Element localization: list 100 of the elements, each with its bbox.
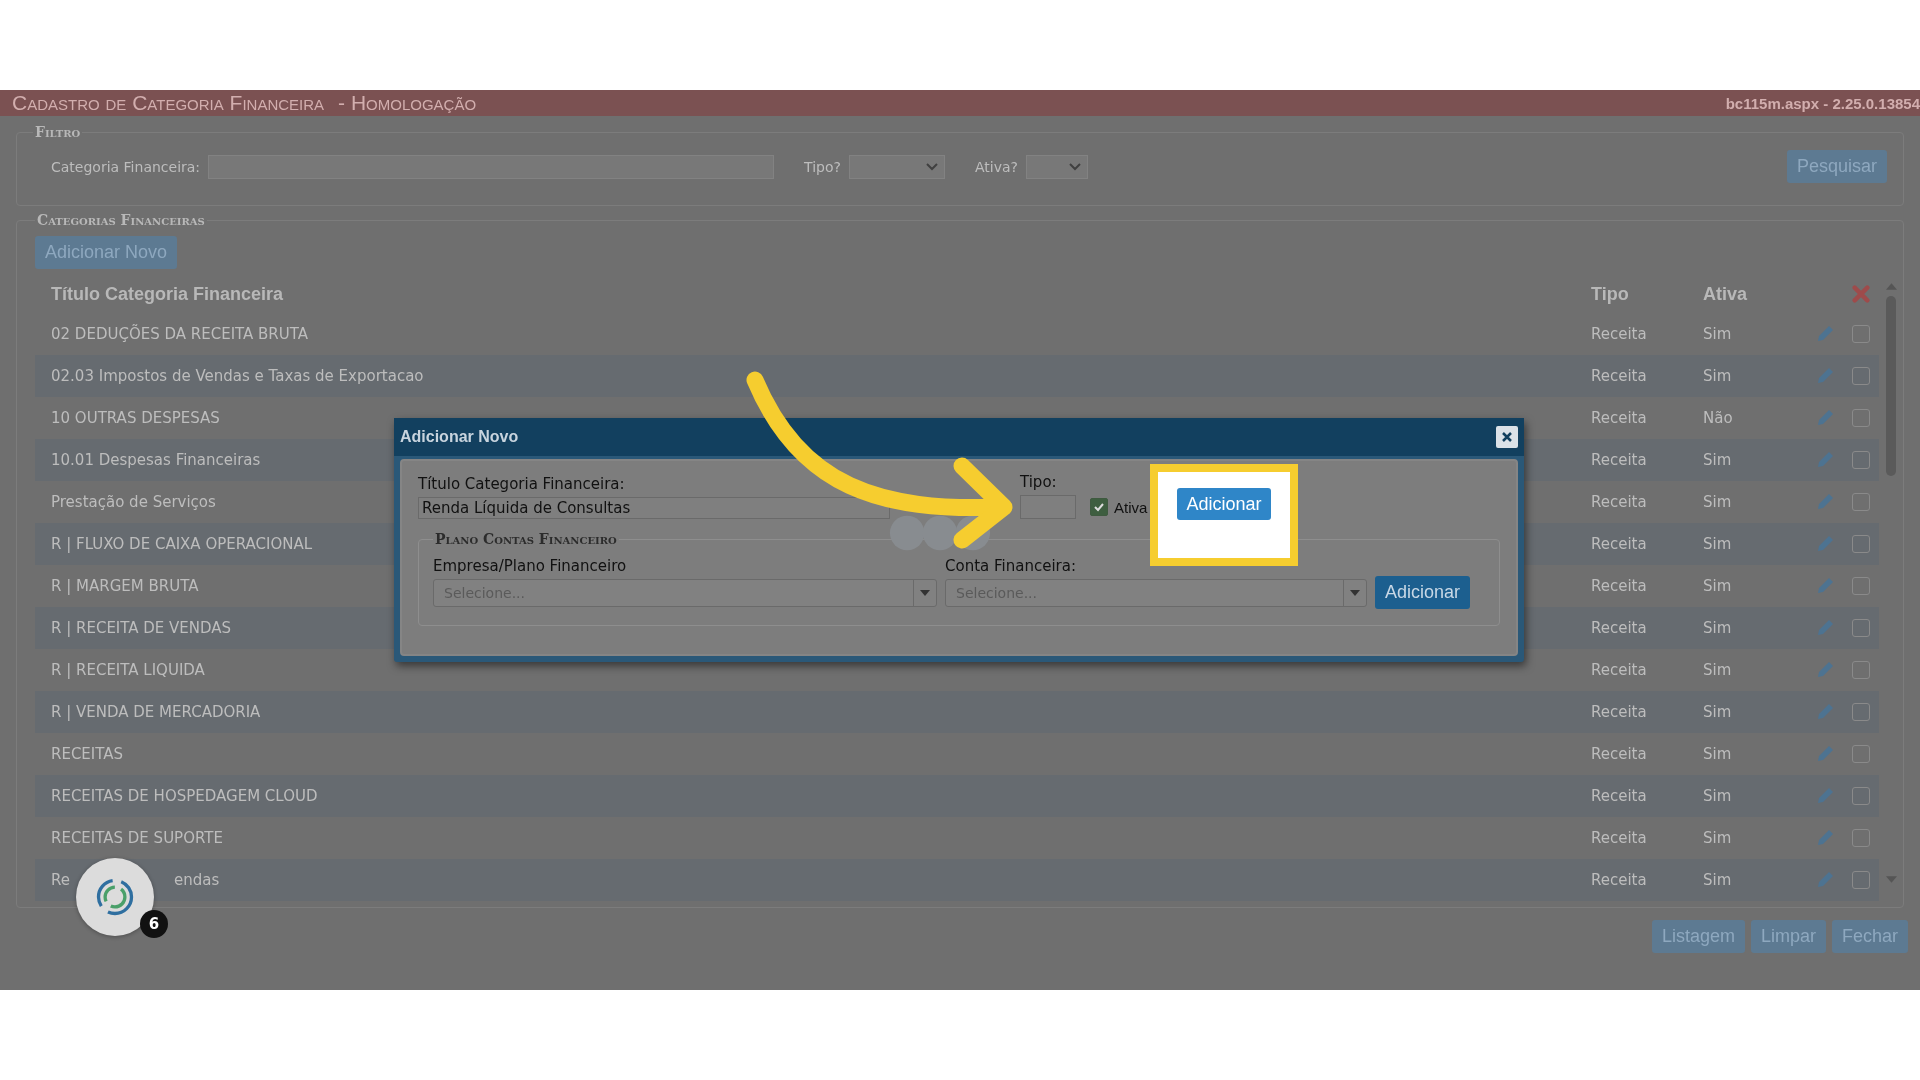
row-checkbox[interactable] (1852, 409, 1870, 427)
category-title: RECEITAS DE HOSPEDAGEM CLOUD (51, 787, 318, 805)
filter-legend: Filtro (33, 124, 83, 140)
tipo-label: Tipo: (1020, 473, 1058, 491)
tipo-cell-text: Receita (1590, 493, 1648, 511)
pencil-icon[interactable] (1815, 408, 1835, 428)
dialog-title: Adicionar Novo (400, 428, 519, 446)
page-title: Cadastro de Categoria Financeira (12, 91, 325, 115)
ativa-cell-text: Sim (1702, 829, 1733, 847)
pencil-icon[interactable] (1815, 534, 1835, 554)
ativa-cell-text: Não (1702, 409, 1734, 427)
tipo-cell-text: Receita (1590, 703, 1648, 721)
pencil-icon[interactable] (1815, 702, 1835, 722)
row-checkbox[interactable] (1852, 829, 1870, 847)
tipo-cell-text: Receita (1590, 325, 1648, 343)
pencil-icon[interactable] (1815, 492, 1835, 512)
ativa-cell-text: Sim (1702, 661, 1733, 679)
category-label: Categoria Financeira: (51, 158, 201, 175)
column-header: Ativa (1702, 283, 1748, 305)
scroll-up-icon[interactable] (1885, 283, 1897, 290)
row-checkbox[interactable] (1852, 703, 1870, 721)
empresa-label: Empresa/Plano Financeiro (433, 557, 628, 575)
category-title: Prestação de Serviços (51, 493, 216, 511)
version-label: bc115m.aspx - 2.25.0.13854 (1725, 94, 1920, 112)
ativa-cell-text: Sim (1702, 451, 1733, 469)
environment-label: - Homologação (338, 91, 477, 115)
row-checkbox[interactable] (1852, 787, 1870, 805)
delete-icon[interactable] (1852, 285, 1870, 303)
category-title: R | RECEITA LIQUIDA (51, 661, 205, 679)
tipo-cell-text: Receita (1590, 367, 1648, 385)
tipo-label: Tipo? (804, 158, 841, 175)
close-button[interactable] (1496, 426, 1518, 448)
category-title: 02.03 Impostos de Vendas e Taxas de Exportacao (51, 367, 424, 385)
pencil-icon[interactable] (1815, 366, 1835, 386)
title-input[interactable]: Renda Líquida de Consultas (418, 497, 890, 519)
tipo-select[interactable] (849, 154, 945, 179)
category-title: 10.01 Despesas Financeiras (51, 451, 261, 469)
row-checkbox[interactable] (1852, 325, 1870, 343)
row-checkbox[interactable] (1852, 535, 1870, 553)
ativa-label: Ativa? (975, 158, 1018, 175)
pencil-icon[interactable] (1815, 450, 1835, 470)
row-checkbox[interactable] (1852, 745, 1870, 763)
category-title: RECEITAS DE SUPORTE (51, 829, 223, 847)
category-title: R | MARGEM BRUTA (51, 577, 199, 595)
pencil-icon[interactable] (1815, 870, 1835, 890)
tipo-cell-text: Receita (1590, 619, 1648, 637)
ativa-cell-text: Sim (1702, 619, 1733, 637)
category-title: R | FLUXO DE CAIXA OPERACIONAL (51, 535, 313, 553)
ativa-cell-text: Sim (1702, 367, 1733, 385)
pencil-icon[interactable] (1815, 744, 1835, 764)
row-checkbox[interactable] (1852, 367, 1870, 385)
tipo-cell-text: Receita (1590, 871, 1648, 889)
ativa-label: Ativa (1114, 499, 1148, 516)
row-checkbox[interactable] (1852, 619, 1870, 637)
row-checkbox[interactable] (1852, 577, 1870, 595)
tipo-cell-text: Receita (1590, 577, 1648, 595)
tipo-cell-text: Receita (1590, 409, 1648, 427)
row-checkbox[interactable] (1852, 661, 1870, 679)
category-title: R | VENDA DE MERCADORIA (51, 703, 261, 721)
close-icon (1502, 432, 1512, 442)
row-checkbox[interactable] (1852, 493, 1870, 511)
chevron-down-icon (1069, 162, 1081, 171)
ativa-cell-text: Sim (1702, 577, 1733, 595)
chevron-down-icon (926, 162, 938, 171)
row-checkbox[interactable] (1852, 871, 1870, 889)
pencil-icon[interactable] (1815, 576, 1835, 596)
tipo-cell-text: Receita (1590, 535, 1648, 553)
category-title: endas (174, 871, 220, 889)
ativa-cell-text: Sim (1702, 745, 1733, 763)
pencil-icon[interactable] (1815, 660, 1835, 680)
category-title: Re (51, 871, 70, 889)
categories-legend: Categorias Financeiras (35, 212, 207, 228)
ativa-select[interactable] (1026, 154, 1088, 179)
tipo-cell-text: Receita (1590, 451, 1648, 469)
ativa-checkbox[interactable] (1090, 498, 1108, 516)
ativa-cell-text: Sim (1702, 493, 1733, 511)
add-account-button[interactable]: Adicionar (1375, 576, 1471, 609)
conta-label: Conta Financeira: (945, 557, 1077, 575)
check-icon (1093, 501, 1105, 513)
plan-legend: Plano Contas Financeiro (433, 531, 619, 547)
pencil-icon[interactable] (1815, 828, 1835, 848)
scroll-down-icon[interactable] (1885, 876, 1897, 883)
column-header: Tipo (1590, 283, 1630, 305)
pencil-icon[interactable] (1815, 618, 1835, 638)
ativa-cell-text: Sim (1702, 871, 1733, 889)
row-checkbox[interactable] (1852, 451, 1870, 469)
pencil-icon[interactable] (1815, 786, 1835, 806)
category-title: RECEITAS (51, 745, 124, 763)
caret-icon (1350, 590, 1360, 596)
category-title: 10 OUTRAS DESPESAS (51, 409, 220, 427)
tipo-cell-text: Receita (1590, 787, 1648, 805)
title-label: Título Categoria Financeira: (418, 475, 626, 493)
ativa-cell-text: Sim (1702, 787, 1733, 805)
ativa-cell-text: Sim (1702, 535, 1733, 553)
add-button[interactable]: Adicionar (1177, 488, 1271, 520)
pencil-icon[interactable] (1815, 324, 1835, 344)
tipo-cell-text: Receita (1590, 829, 1648, 847)
tipo-cell-text: Receita (1590, 661, 1648, 679)
tipo-cell-text: Receita (1590, 745, 1648, 763)
category-title: R | RECEITA DE VENDAS (51, 619, 232, 637)
